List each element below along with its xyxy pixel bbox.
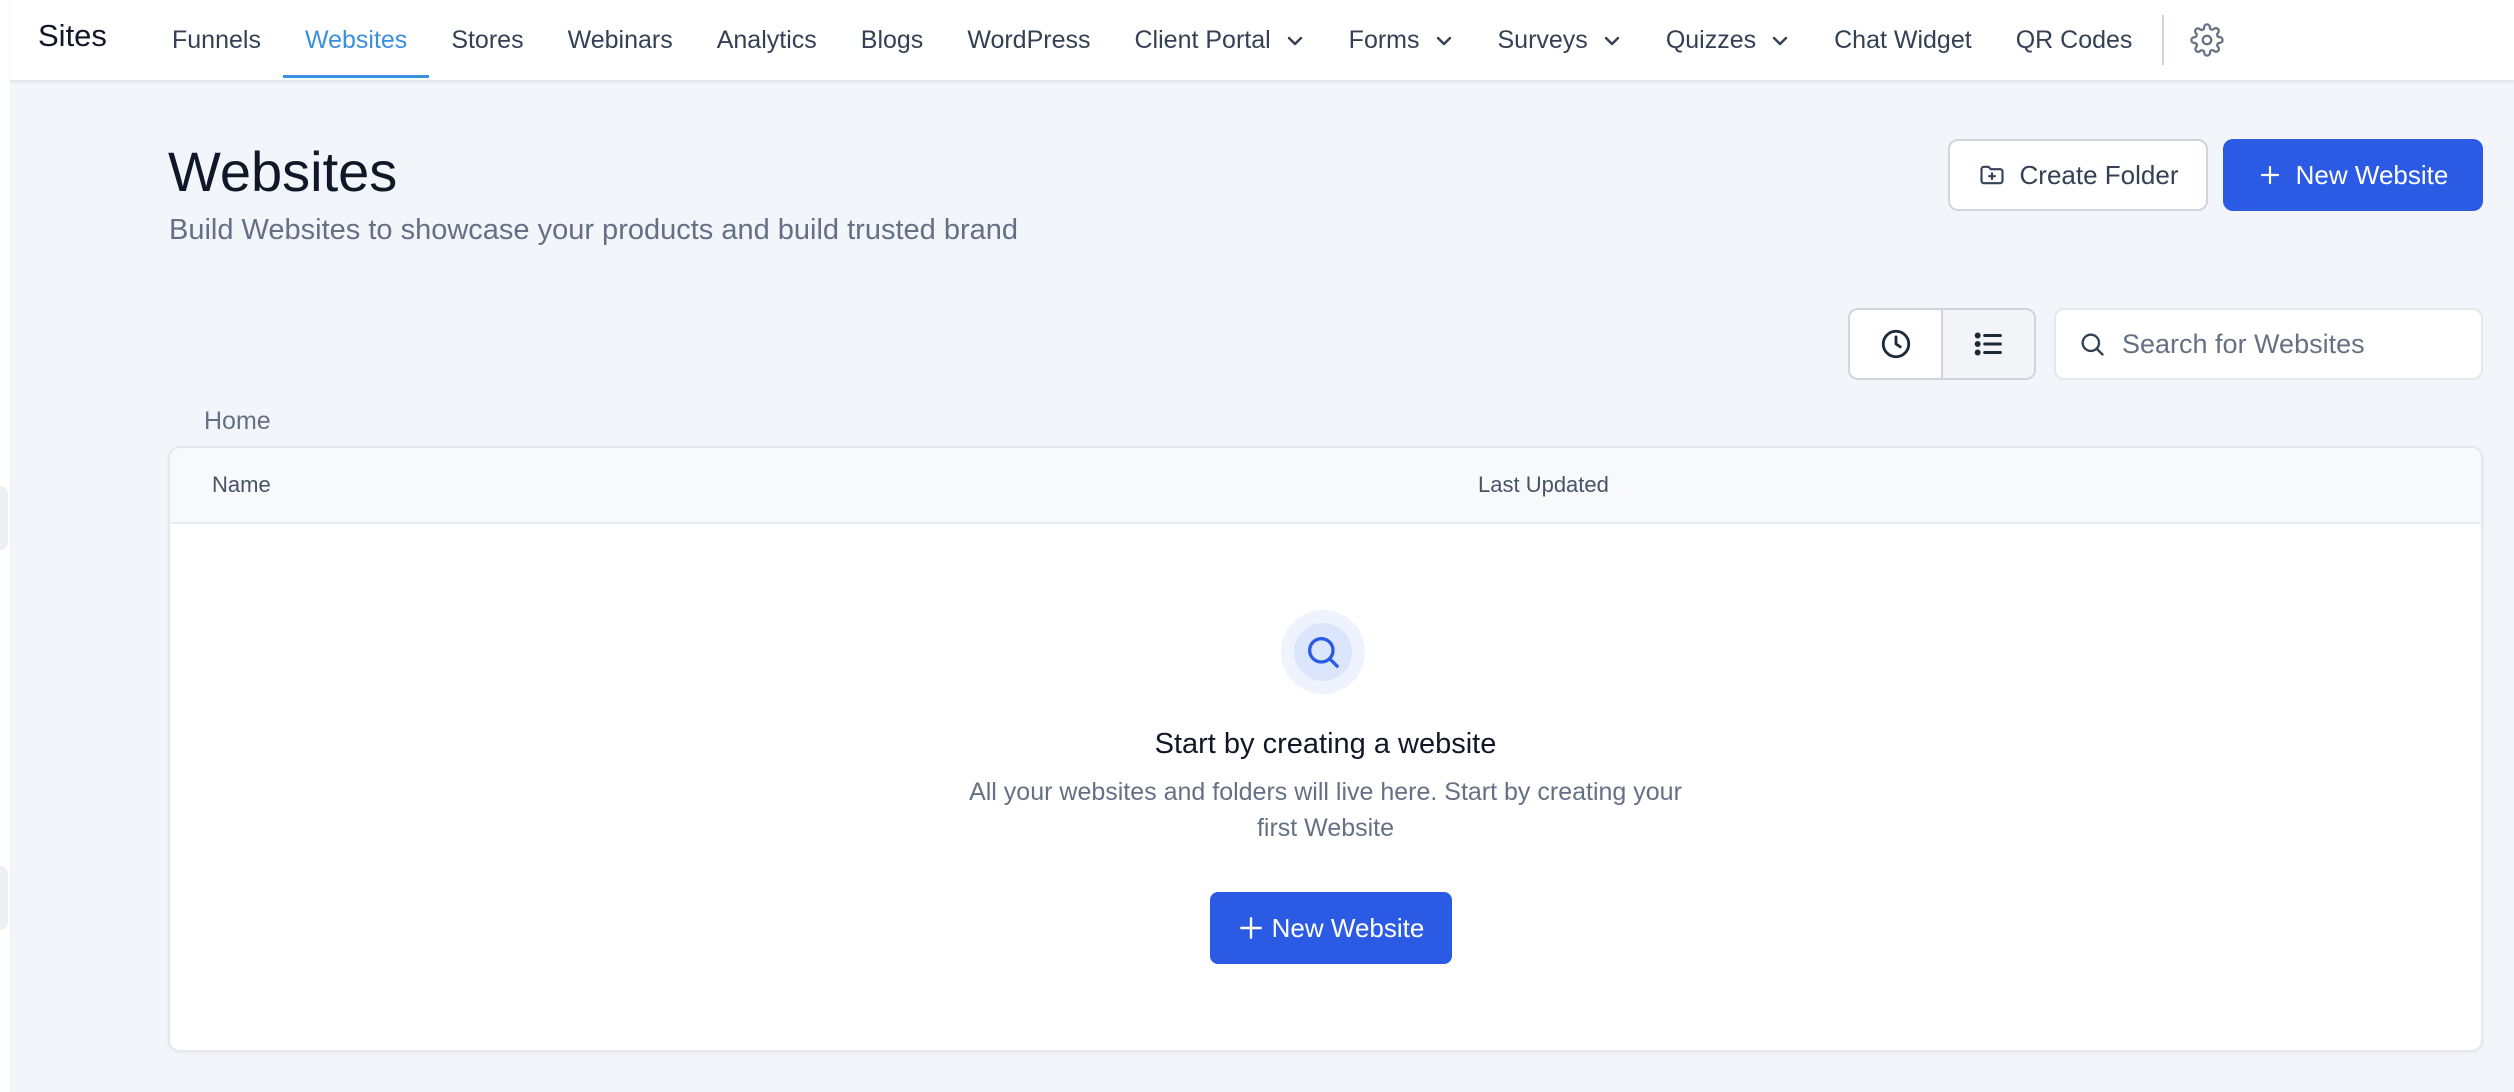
chevron-down-icon bbox=[1604, 36, 1620, 46]
nav-tab-label: Surveys bbox=[1497, 25, 1588, 54]
chevron-down-icon bbox=[1436, 36, 1451, 46]
empty-state-description: All your websites and folders will live … bbox=[969, 778, 1682, 842]
nav-tab-chat-widget[interactable]: Chat Widget bbox=[1812, 0, 1994, 80]
nav-tab-label: Blogs bbox=[860, 25, 924, 54]
top-navigation: Sites Funnels Websites Stores Webinars A… bbox=[10, 0, 2514, 82]
breadcrumb-home[interactable]: Home bbox=[204, 406, 271, 436]
plus-icon bbox=[1239, 917, 1262, 939]
recent-view-button[interactable] bbox=[1850, 310, 1941, 378]
nav-tab-websites[interactable]: Websites bbox=[282, 0, 430, 80]
nav-tab-client-portal[interactable]: Client Portal bbox=[1113, 0, 1327, 80]
chevron-down-icon bbox=[1287, 36, 1302, 46]
table-header: Name Last Updated bbox=[170, 448, 2481, 524]
nav-tab-label: QR Codes bbox=[2015, 25, 2133, 54]
nav-tab-funnels[interactable]: Funnels bbox=[150, 0, 283, 80]
nav-tabs: Funnels Websites Stores Webinars Analyti… bbox=[150, 0, 2250, 80]
nav-tab-qr-codes[interactable]: QR Codes bbox=[1994, 0, 2155, 80]
empty-state-icon bbox=[1281, 610, 1365, 694]
empty-state-new-website-button[interactable]: New Website bbox=[1210, 892, 1452, 964]
settings-button[interactable] bbox=[2164, 0, 2250, 80]
nav-tab-label: Client Portal bbox=[1134, 25, 1271, 54]
search-field bbox=[2054, 308, 2483, 380]
nav-tab-blogs[interactable]: Blogs bbox=[839, 0, 946, 80]
search-input[interactable] bbox=[2120, 327, 2464, 361]
empty-state-icon-inner bbox=[1294, 623, 1352, 681]
empty-state-title: Start by creating a website bbox=[1154, 728, 1497, 760]
create-folder-button[interactable]: Create Folder bbox=[1948, 139, 2208, 211]
brand-title: Sites bbox=[38, 18, 107, 53]
left-rail bbox=[0, 0, 10, 1092]
gear-icon bbox=[2190, 23, 2225, 57]
create-folder-label: Create Folder bbox=[2019, 159, 2179, 190]
nav-tab-stores[interactable]: Stores bbox=[429, 0, 545, 80]
empty-state-button-label: New Website bbox=[1271, 912, 1425, 943]
nav-tab-webinars[interactable]: Webinars bbox=[546, 0, 695, 80]
search-icon bbox=[2081, 333, 2104, 356]
nav-tab-label: Analytics bbox=[716, 25, 817, 54]
page-subtitle: Build Websites to showcase your products… bbox=[169, 214, 1019, 246]
search-icon bbox=[1308, 637, 1339, 668]
list-view-button[interactable] bbox=[1941, 310, 2034, 378]
app-main: Sites Funnels Websites Stores Webinars A… bbox=[10, 0, 2514, 1092]
clock-icon bbox=[1881, 329, 1910, 359]
nav-tab-surveys[interactable]: Surveys bbox=[1476, 0, 1644, 80]
rail-handle[interactable] bbox=[0, 486, 8, 550]
nav-tab-label: Quizzes bbox=[1665, 25, 1757, 54]
nav-tab-forms[interactable]: Forms bbox=[1327, 0, 1476, 80]
nav-tab-label: Websites bbox=[304, 25, 408, 54]
page-title: Websites bbox=[168, 140, 398, 203]
nav-tab-label: Webinars bbox=[567, 25, 673, 54]
nav-tab-label: WordPress bbox=[967, 25, 1091, 54]
nav-tab-analytics[interactable]: Analytics bbox=[695, 0, 839, 80]
list-icon bbox=[1974, 332, 2002, 356]
nav-tab-label: Stores bbox=[451, 25, 524, 54]
column-header-last-updated[interactable]: Last Updated bbox=[1478, 472, 1609, 498]
new-website-button[interactable]: New Website bbox=[2223, 139, 2483, 211]
view-toggle bbox=[1848, 308, 2036, 380]
nav-tab-label: Chat Widget bbox=[1834, 25, 1972, 54]
plus-icon bbox=[2260, 165, 2279, 185]
nav-tab-label: Funnels bbox=[172, 25, 261, 54]
rail-handle[interactable] bbox=[0, 866, 8, 930]
websites-table: Name Last Updated Start by creating a we… bbox=[168, 446, 2483, 1052]
column-header-name[interactable]: Name bbox=[212, 472, 271, 498]
folder-plus-icon bbox=[1979, 165, 2004, 185]
new-website-label: New Website bbox=[2295, 159, 2449, 190]
nav-tab-wordpress[interactable]: WordPress bbox=[945, 0, 1112, 80]
nav-tab-quizzes[interactable]: Quizzes bbox=[1644, 0, 1812, 80]
nav-tab-label: Forms bbox=[1348, 25, 1420, 54]
chevron-down-icon bbox=[1772, 36, 1788, 46]
